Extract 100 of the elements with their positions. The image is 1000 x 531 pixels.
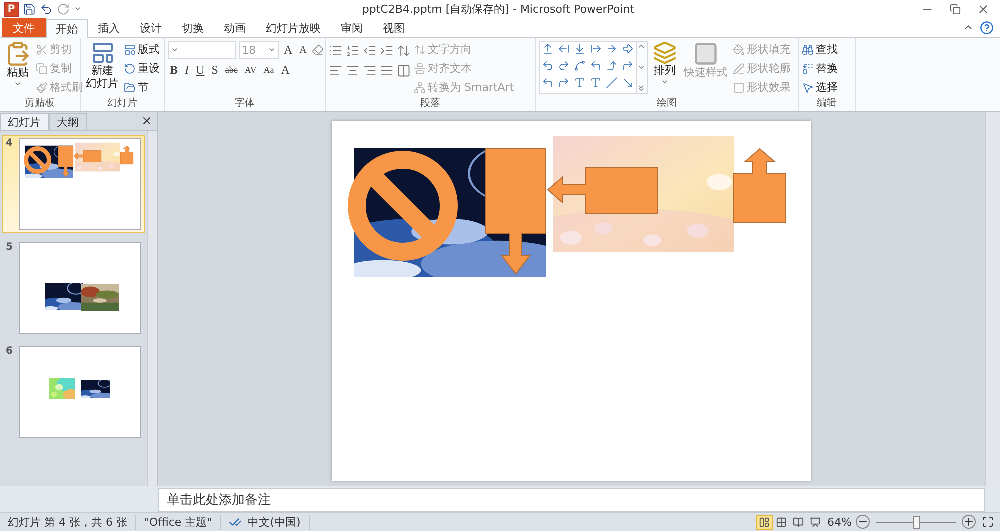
align-center-icon — [346, 64, 360, 78]
shapes-gallery[interactable] — [539, 41, 637, 94]
format-button[interactable]: abc — [223, 61, 240, 79]
scrollbar[interactable] — [147, 131, 157, 486]
up-arrow-icon — [542, 43, 554, 55]
file-tab[interactable]: 文件 — [2, 18, 46, 37]
undo-icon — [40, 2, 53, 16]
binoculars-icon — [802, 44, 814, 56]
square-icon — [733, 82, 745, 94]
indent-decrease-icon — [363, 44, 377, 58]
restore-icon[interactable] — [950, 4, 961, 14]
text-direction-icon — [414, 44, 426, 56]
notes-field[interactable]: 单击此处添加备注 — [158, 488, 985, 512]
ribbon-button[interactable]: 版式 — [124, 41, 160, 58]
redo-icon — [57, 2, 70, 16]
group-label: 编辑 — [816, 96, 838, 111]
group-label: 剪贴板 — [24, 96, 56, 111]
slide-number: 5 — [6, 242, 14, 255]
pen-icon — [733, 62, 745, 74]
ribbon-tab[interactable]: 切换 — [172, 18, 214, 37]
zoom-in-button[interactable] — [962, 515, 976, 529]
shrink-font-button[interactable]: A — [298, 41, 309, 59]
arrange-button[interactable]: 排列 — [651, 41, 679, 96]
format-button[interactable]: S — [210, 61, 220, 79]
bent-arrow-icon — [606, 60, 618, 72]
zoom-level: 64% — [828, 516, 852, 528]
curved-arrow-icon — [558, 60, 570, 72]
line-icon — [606, 77, 618, 89]
ribbon-tab[interactable]: 设计 — [130, 18, 172, 37]
left-arrow-callout-shape — [74, 150, 102, 162]
folder-icon — [124, 82, 136, 94]
slide-thumbnail-item[interactable]: 6 — [2, 343, 145, 441]
paste-button[interactable]: 粘贴 — [3, 41, 33, 96]
slide-number: 6 — [6, 346, 14, 359]
ribbon-tab[interactable]: 视图 — [373, 18, 415, 37]
format-button[interactable]: B — [168, 61, 180, 79]
ribbon-button[interactable]: 节 — [124, 79, 160, 96]
ribbon-button[interactable]: 替换 — [802, 60, 838, 77]
slide-number: 4 — [6, 138, 14, 151]
right-arrow-icon — [606, 43, 618, 55]
expand-icon[interactable] — [637, 84, 646, 93]
save-icon — [23, 2, 36, 16]
up-arrow-callout-shape — [120, 146, 134, 165]
bent-arrow-icon — [542, 77, 554, 89]
format-button[interactable]: I — [183, 61, 192, 79]
fit-window-icon[interactable] — [982, 516, 994, 528]
ribbon-tab[interactable]: 审阅 — [331, 18, 373, 37]
grow-font-button[interactable]: A — [282, 41, 295, 59]
slide-thumbnail-item[interactable]: 4 — [2, 135, 145, 233]
indent-increase-icon — [380, 44, 394, 58]
scroll-down-icon[interactable] — [637, 63, 646, 72]
bent-arrow-icon — [622, 60, 634, 72]
ribbon-button[interactable]: 重设 — [124, 60, 160, 77]
no-symbol-shape — [24, 146, 52, 174]
ribbon-button[interactable]: 查找 — [802, 41, 838, 58]
slide-info: 幻灯片 第 4 张，共 6 张 — [0, 514, 136, 530]
view-button[interactable] — [756, 514, 773, 530]
ribbon-tab[interactable]: 插入 — [88, 18, 130, 37]
format-button[interactable]: AV — [242, 61, 259, 79]
bent-arrow-icon — [590, 60, 602, 72]
align-text-icon — [414, 62, 426, 74]
language: 中文(中国) — [248, 514, 301, 530]
font-name-field[interactable] — [168, 41, 236, 59]
help-icon[interactable] — [980, 21, 994, 35]
line-spacing-icon — [397, 44, 411, 58]
layers-icon — [653, 41, 677, 65]
curve-icon — [574, 60, 586, 72]
close-icon[interactable] — [977, 2, 990, 16]
close-icon[interactable] — [141, 115, 153, 127]
scroll-up-icon[interactable] — [637, 42, 646, 51]
spell-check-icon — [229, 516, 242, 528]
scissors-icon — [36, 44, 48, 56]
copy-icon — [36, 62, 48, 74]
new-slide-button[interactable]: 新建 幻灯片 — [84, 41, 121, 96]
group-label: 段落 — [420, 96, 442, 111]
align-right-icon — [363, 64, 377, 78]
align-left-icon — [329, 64, 343, 78]
format-button[interactable]: U — [194, 61, 207, 79]
reset-icon — [124, 62, 136, 74]
right-arrow-icon — [622, 43, 634, 55]
app-logo: P — [4, 2, 19, 16]
layout-icon — [124, 44, 136, 56]
zoom-out-button[interactable] — [856, 515, 870, 529]
numbered-list-icon — [346, 44, 360, 58]
caret-icon — [268, 46, 276, 54]
square-icon — [693, 41, 719, 67]
arrow-line-icon — [622, 77, 634, 89]
panel-tab[interactable]: 大纲 — [49, 113, 87, 130]
font-color-button[interactable]: A — [279, 61, 292, 79]
format-button[interactable]: Aa — [262, 61, 276, 79]
panel-tab[interactable]: 幻灯片 — [0, 113, 49, 130]
slide-thumbnail-item[interactable]: 5 — [2, 239, 145, 337]
ribbon-tab[interactable]: 开始 — [46, 19, 88, 38]
theme-name: "Office 主题" — [136, 514, 222, 530]
ribbon-button[interactable]: 选择 — [802, 79, 838, 96]
eraser-icon — [312, 44, 324, 56]
replace-icon — [802, 62, 814, 74]
gallery-scrollbar[interactable] — [637, 41, 648, 94]
ribbon-tab[interactable]: 动画 — [214, 18, 256, 37]
ribbon-tab[interactable]: 幻灯片放映 — [256, 18, 331, 37]
